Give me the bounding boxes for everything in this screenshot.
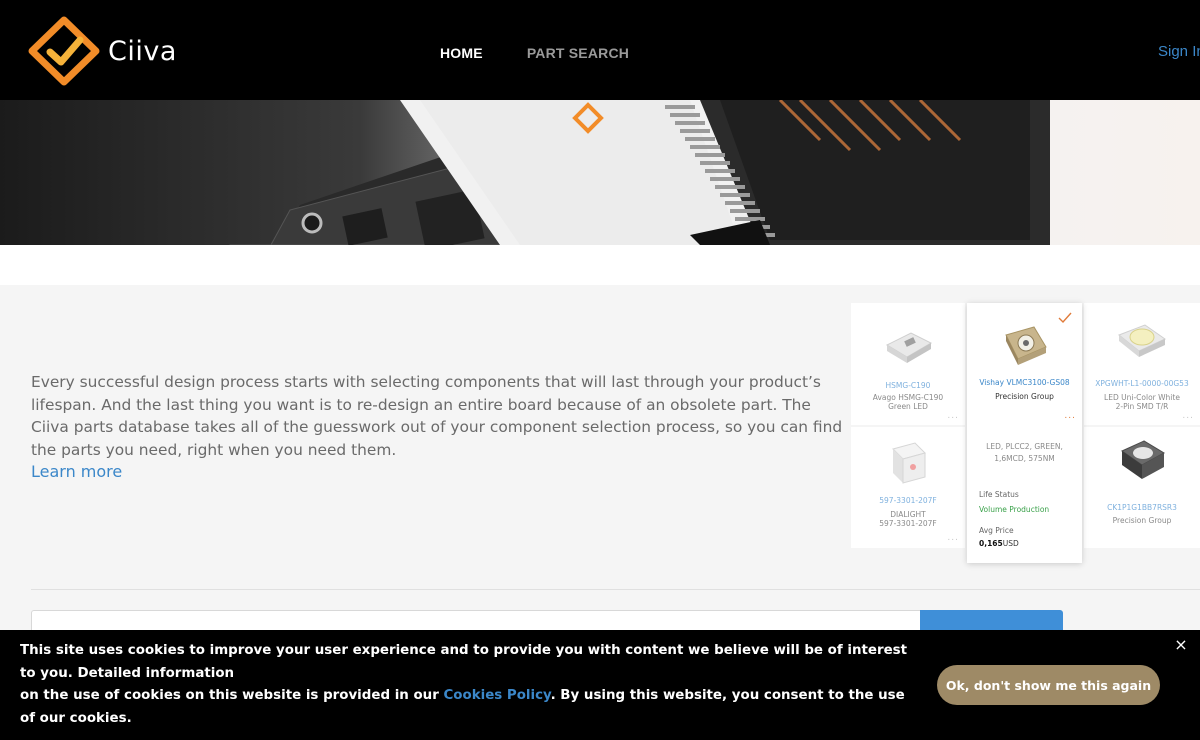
featured-description-line2: 1,6MCD, 575NM [994,454,1055,463]
info-paragraph: Every successful design process starts w… [31,373,843,459]
led-rgb-image [1120,440,1166,479]
ciiva-logo-icon [28,16,100,86]
life-status: Life Status Volume Production [979,490,1079,514]
ciiva-logo[interactable]: Ciiva [28,16,188,86]
check-icon [1058,312,1072,324]
more-icon[interactable]: ... [947,533,959,543]
avg-price-value: 0,165 [979,539,1003,548]
cookie-message: This site uses cookies to improve your u… [20,640,910,731]
life-status-label: Life Status [979,490,1019,499]
part-number[interactable]: 597-3301-207F [851,496,965,505]
hero-banner [0,100,1200,245]
part-desc-line1: Precision Group [1112,516,1172,525]
more-icon[interactable]: ... [1064,411,1076,421]
more-icon[interactable]: ... [947,411,959,421]
cookies-policy-link[interactable]: Cookies Policy [443,688,550,703]
part-desc-line2: 597-3301-207F [879,519,937,528]
part-number[interactable]: XPGWHT-L1-0000-00G53 [1084,379,1200,388]
cookie-accept-button[interactable]: Ok, don't show me this again [937,665,1160,705]
section-divider [31,589,1200,590]
part-desc-line1: Precision Group [995,392,1054,401]
avg-price-currency: USD [1002,539,1019,548]
part-number[interactable]: HSMG-C190 [851,381,965,390]
hero-circuit-image [220,100,1050,245]
learn-more-link[interactable]: Learn more [31,461,122,484]
cookie-line2-prefix: on the use of cookies on this website is… [20,688,444,704]
part-card-hsmg-c190[interactable]: HSMG-C190 Avago HSMG-C190 Green LED ... [851,303,965,425]
nav-part-search[interactable]: PART SEARCH [527,45,629,61]
main-nav: HOME PART SEARCH [440,45,629,61]
life-status-value: Volume Production [979,505,1050,514]
more-icon[interactable]: ... [1182,411,1194,421]
led-white-image [1118,324,1166,357]
led-dialight-image [892,442,926,484]
avg-price: Avg Price 0,165USD [979,526,1079,548]
brand-name: Ciiva [108,35,177,67]
info-text-block: Every successful design process starts w… [31,371,846,484]
featured-description-line1: LED, PLCC2, GREEN, [986,442,1063,451]
cookie-line1: This site uses cookies to improve your u… [20,643,908,681]
part-card-xpgwht[interactable]: XPGWHT-L1-0000-00G53 LED Uni-Color White… [1084,303,1200,425]
close-icon[interactable]: × [1172,636,1190,654]
part-card-597-3301[interactable]: 597-3301-207F DIALIGHT 597-3301-207F ... [851,427,965,548]
part-number[interactable]: CK1P1G1BB7RSR3 [1084,503,1200,512]
part-card-ck1p1g1bb7rsr3[interactable]: CK1P1G1BB7RSR3 Precision Group [1084,427,1200,548]
part-card-vishay-vlmc3100[interactable]: Vishay VLMC3100-GS08 Precision Group ...… [967,303,1082,563]
led-plcc2-image [1004,326,1047,365]
info-section: Every successful design process starts w… [0,285,1200,650]
avg-price-label: Avg Price [979,526,1014,535]
site-header: Ciiva HOME PART SEARCH Sign In [0,0,1200,100]
cookie-banner: This site uses cookies to improve your u… [0,630,1200,740]
led-green-image [885,332,933,363]
part-number[interactable]: Vishay VLMC3100-GS08 [967,378,1082,387]
sign-in-link[interactable]: Sign In [1158,43,1200,60]
nav-home[interactable]: HOME [440,45,483,61]
